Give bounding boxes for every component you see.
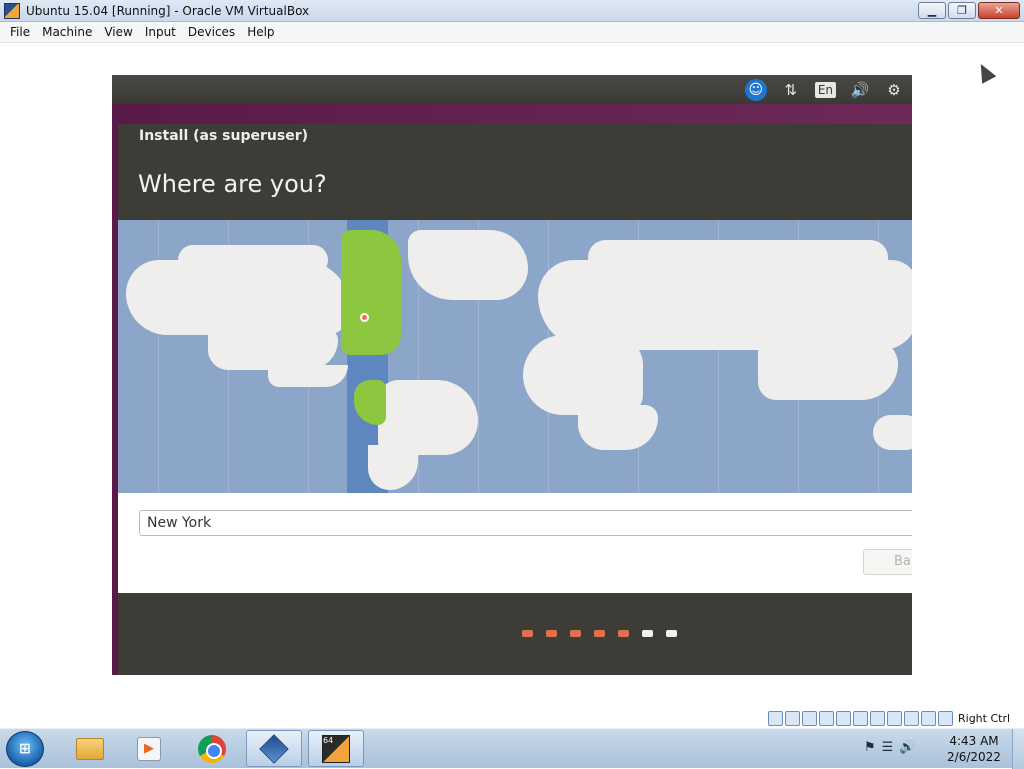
audio-icon[interactable]	[802, 710, 817, 726]
minimize-button[interactable]: ▁	[918, 2, 946, 19]
guest-screen[interactable]: ☺ ⇅ En 🔊 ⚙ Install (as superuser) Where …	[112, 75, 912, 675]
installer-header: Install (as superuser) Where are you?	[118, 124, 912, 220]
taskbar-media-player[interactable]: ▶	[121, 730, 177, 767]
south-america-landmass	[378, 380, 478, 455]
shared-folders-icon[interactable]	[853, 710, 868, 726]
keyboard-layout-indicator[interactable]: En	[814, 81, 836, 98]
menu-help[interactable]: Help	[241, 25, 280, 39]
system-tray: ⚑ ☰ 🔊	[864, 740, 916, 755]
progress-dot-6	[642, 630, 653, 637]
vm-window-icon: 64	[322, 734, 350, 763]
window-title: Ubuntu 15.04 [Running] - Oracle VM Virtu…	[26, 3, 310, 18]
display-icon[interactable]	[870, 710, 885, 726]
clock-date: 2/6/2022	[947, 750, 1001, 764]
timezone-field[interactable]: New York	[139, 510, 912, 536]
page-title: Where are you?	[138, 170, 327, 198]
progress-dot-1	[522, 630, 533, 637]
clock-time: 4:43 AM	[949, 734, 999, 748]
progress-dot-4	[594, 630, 605, 637]
installer-window: Install (as superuser) Where are you? Ne…	[118, 124, 912, 675]
greenland-landmass	[408, 230, 528, 300]
virtualbox-icon	[259, 733, 289, 764]
restore-icon: ❐	[957, 4, 967, 17]
windows-logo-icon: ⊞	[19, 741, 31, 757]
taskbar-ubuntu-vm[interactable]: 64	[308, 730, 364, 767]
restore-button[interactable]: ❐	[948, 2, 976, 19]
installer-title: Install (as superuser)	[139, 128, 308, 144]
ubuntu-top-panel: ☺ ⇅ En 🔊 ⚙	[112, 75, 912, 104]
show-desktop-button[interactable]	[1012, 729, 1024, 769]
virtualbox-vm-icon	[4, 2, 20, 19]
settings-gear-icon[interactable]: ⚙	[884, 81, 904, 99]
media-player-icon: ▶	[137, 736, 161, 761]
install-progress-indicator	[522, 630, 677, 637]
close-icon: ✕	[994, 4, 1004, 17]
taskbar-chrome[interactable]	[184, 730, 240, 767]
menu-input[interactable]: Input	[139, 25, 182, 39]
video-capture-icon[interactable]	[887, 710, 902, 726]
progress-dot-2	[546, 630, 557, 637]
action-center-flag-icon[interactable]: ⚑	[864, 740, 876, 755]
vbox-status-bar: Right Ctrl	[768, 709, 1024, 727]
selected-city-marker	[360, 313, 369, 322]
menu-bar: File Machine View Input Devices Help	[0, 22, 1024, 43]
menu-file[interactable]: File	[4, 25, 36, 39]
menu-devices[interactable]: Devices	[182, 25, 241, 39]
progress-dot-7	[666, 630, 677, 637]
australia-landmass	[873, 415, 912, 450]
progress-dot-5	[618, 630, 629, 637]
accessibility-icon[interactable]: ☺	[744, 78, 767, 101]
chrome-icon	[198, 734, 226, 763]
taskbar-explorer[interactable]	[62, 730, 118, 767]
minimize-icon: ▁	[927, 4, 937, 17]
menu-machine[interactable]: Machine	[36, 25, 98, 39]
mouse-integration-icon[interactable]	[921, 710, 936, 726]
close-button[interactable]: ✕	[978, 2, 1020, 19]
progress-dot-3	[570, 630, 581, 637]
africa-landmass	[523, 335, 643, 415]
network-tray-icon[interactable]: ☰	[882, 740, 894, 755]
windows-taskbar: ⊞ ▶ 64 ⚑ ☰ 🔊 4:43 AM 2/6/2022	[0, 728, 1024, 769]
volume-icon[interactable]: 🔊	[850, 81, 870, 99]
network-icon[interactable]: ⇅	[781, 81, 801, 99]
host-key-label: Right Ctrl	[958, 711, 1011, 725]
network-adapter-icon[interactable]	[819, 710, 834, 726]
window-titlebar[interactable]: Ubuntu 15.04 [Running] - Oracle VM Virtu…	[0, 0, 1024, 22]
keyboard-capture-icon[interactable]	[938, 710, 953, 726]
eastern-timezone-region	[341, 230, 401, 355]
virtualization-icon[interactable]	[904, 710, 919, 726]
start-button[interactable]: ⊞	[6, 731, 44, 767]
system-clock[interactable]: 4:43 AM 2/6/2022	[944, 733, 1004, 765]
volume-tray-icon[interactable]: 🔊	[899, 740, 915, 755]
optical-drive-icon[interactable]	[785, 710, 800, 726]
usb-icon[interactable]	[836, 710, 851, 726]
folder-icon	[76, 737, 104, 760]
hard-disk-icon[interactable]	[768, 710, 783, 726]
menu-view[interactable]: View	[98, 25, 138, 39]
timezone-map[interactable]	[118, 220, 912, 493]
installer-footer	[118, 593, 912, 675]
taskbar-virtualbox[interactable]	[246, 730, 302, 767]
window-controls: ▁ ❐ ✕	[918, 2, 1020, 19]
back-button[interactable]: Ba	[863, 549, 912, 575]
